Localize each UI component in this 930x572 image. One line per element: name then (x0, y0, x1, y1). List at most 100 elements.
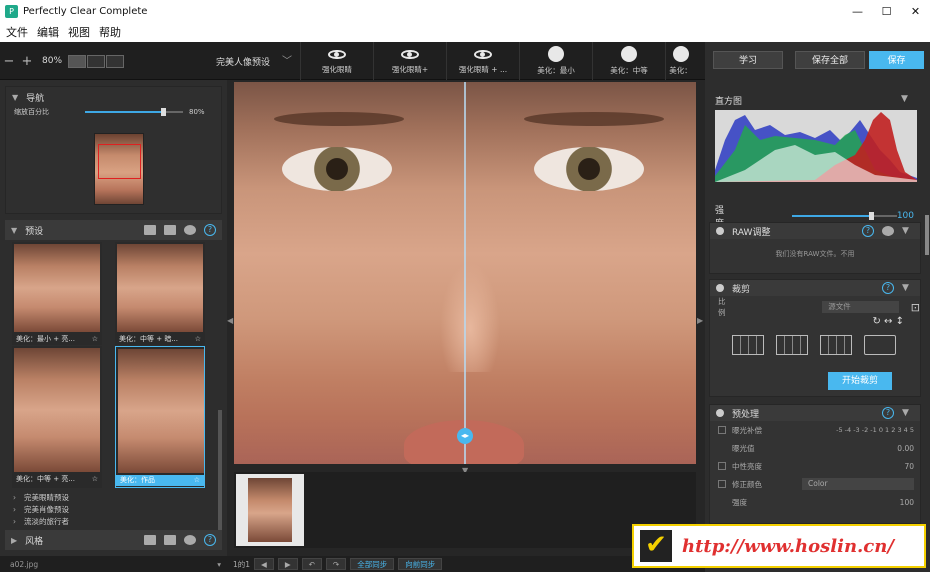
prev-image-button[interactable]: ◀ (254, 558, 274, 570)
start-crop-button[interactable]: 开始裁剪 (828, 372, 892, 390)
preset-group-item[interactable]: 完美眼睛预设 (5, 492, 222, 504)
preprocess-header[interactable]: 预处理? ▼ (710, 405, 920, 421)
toggle-icon[interactable] (716, 284, 724, 292)
sync-forward-button[interactable]: 向前同步 (398, 558, 443, 570)
filmstrip-thumb[interactable] (236, 474, 304, 546)
crop-header[interactable]: 裁剪? ▼ (710, 280, 920, 296)
style-header[interactable]: ▶ 风格 ? (5, 530, 222, 550)
next-image-button[interactable]: ▶ (277, 558, 298, 570)
checkbox[interactable] (718, 462, 726, 470)
chevron-down-icon[interactable]: ▼ (902, 283, 914, 293)
presets-header[interactable]: ▼ 预设 ? (5, 220, 222, 240)
preset-thumb[interactable]: 美化：中等 + 暗... ☆ (115, 242, 205, 345)
crop-grid-fine[interactable] (732, 335, 764, 355)
view-split-button[interactable] (87, 54, 106, 68)
crop-grid-quarters[interactable] (820, 335, 852, 355)
menu-view[interactable]: 视图 (68, 24, 90, 40)
preset-thumb[interactable]: 美化：中等 + 亮... ☆ (12, 346, 102, 488)
star-icon[interactable]: ☆ (194, 475, 200, 486)
view-single-button[interactable] (68, 54, 87, 68)
gear-icon[interactable] (184, 535, 196, 545)
help-icon[interactable]: ? (204, 224, 216, 236)
left-scrollbar[interactable] (218, 410, 222, 530)
undo-icon[interactable]: ↶ (301, 558, 322, 570)
before-after-divider[interactable] (464, 82, 466, 464)
menu-help[interactable]: 帮助 (99, 24, 121, 40)
photo-preview[interactable]: ◂▸ (234, 82, 696, 464)
toggle-icon[interactable] (716, 227, 724, 235)
gear-icon[interactable] (882, 226, 894, 236)
crop-icon[interactable]: ⊡ (911, 301, 920, 314)
watermark-text: http://www.hoslin.cn/ (682, 535, 894, 557)
preset-tile[interactable]: 美化：中等 (592, 42, 665, 80)
help-icon[interactable]: ? (882, 407, 894, 419)
close-button[interactable]: ✕ (901, 5, 930, 18)
raw-header[interactable]: RAW调整? ▼ (710, 223, 920, 239)
chevron-down-icon[interactable]: ▾ (217, 560, 221, 569)
grid-view-icon[interactable] (144, 225, 156, 235)
crop-grid-thirds[interactable] (776, 335, 808, 355)
navigator-header[interactable]: ▼ 导航 (6, 87, 221, 107)
collapse-triangle-icon[interactable]: ▼ (901, 94, 908, 104)
learn-button[interactable]: 学习 (713, 51, 783, 69)
preset-tile[interactable]: 强化眼睛 + ... (446, 42, 519, 80)
expand-triangle-icon[interactable]: ▶ (11, 536, 17, 545)
zoom-in-button[interactable]: + (18, 54, 36, 69)
checkbox[interactable] (718, 480, 726, 488)
view-side-button[interactable] (106, 54, 125, 68)
grid-view-icon[interactable] (144, 535, 156, 545)
preset-group-item[interactable]: 完美肖像预设 (5, 504, 222, 516)
color-select[interactable]: Color (802, 478, 914, 490)
gear-icon[interactable] (184, 225, 196, 235)
chevron-down-icon[interactable]: ▼ (902, 226, 914, 236)
maximize-button[interactable]: ☐ (872, 5, 901, 18)
zoom-out-button[interactable]: − (0, 54, 18, 69)
eye-icon (474, 50, 492, 59)
menu-file[interactable]: 文件 (6, 24, 28, 40)
preset-group-item[interactable]: 流淡的旅行者 (5, 516, 222, 528)
crop-grid-golden[interactable] (864, 335, 896, 355)
collapse-triangle-icon[interactable]: ▼ (12, 93, 18, 102)
preset-tile[interactable]: 强化眼睛+ (373, 42, 446, 80)
checkbox[interactable] (718, 426, 726, 434)
rotate-flip-icons[interactable]: ↻ ↔ ↕ (710, 316, 905, 327)
chevron-right-icon[interactable]: ▶ (697, 316, 703, 325)
preset-thumb-selected[interactable]: 美化：作品 ☆ (115, 346, 205, 488)
list-view-icon[interactable] (164, 535, 176, 545)
file-selector[interactable]: a02.jpg ▾ (0, 556, 227, 572)
menu-edit[interactable]: 编辑 (37, 24, 59, 40)
divider-handle[interactable]: ◂▸ (457, 428, 473, 444)
collapse-triangle-icon[interactable]: ▼ (11, 226, 17, 235)
chevron-down-icon[interactable]: ﹀ (282, 52, 292, 67)
help-icon[interactable]: ? (862, 225, 874, 237)
minimize-button[interactable]: — (843, 5, 872, 18)
help-icon[interactable]: ? (882, 282, 894, 294)
crop-ratio-select[interactable]: 源文件 (822, 301, 899, 313)
star-icon[interactable]: ☆ (195, 334, 201, 345)
redo-icon[interactable]: ↷ (325, 558, 347, 570)
chevron-down-icon[interactable]: ▼ (902, 408, 914, 418)
preset-tile[interactable]: 强化眼睛 (300, 42, 373, 80)
strength-slider[interactable] (792, 212, 897, 220)
preset-tile[interactable]: 美化：最小 (519, 42, 592, 80)
pre-row-value: 100 (899, 497, 914, 507)
list-view-icon[interactable] (164, 225, 176, 235)
preset-thumb[interactable]: 美化：最小 + 亮... ☆ (12, 242, 102, 345)
preset-label: 美化：中等 + 亮... (16, 475, 75, 483)
save-button[interactable]: 保存 (869, 51, 924, 69)
pre-row: 中性亮度 70 (710, 457, 920, 475)
navigator-thumbnail[interactable] (94, 133, 144, 205)
zoom-slider[interactable] (85, 108, 183, 116)
right-scrollbar[interactable] (925, 215, 929, 255)
crop-section: 裁剪? ▼ 比例 源文件 ⊡ ↻ ↔ ↕ 开始裁剪 (709, 279, 921, 397)
star-icon[interactable]: ☆ (92, 474, 98, 485)
help-icon[interactable]: ? (204, 534, 216, 546)
star-icon[interactable]: ☆ (92, 334, 98, 345)
save-all-button[interactable]: 保存全部 (795, 51, 865, 69)
sync-all-button[interactable]: 全部同步 (350, 558, 395, 570)
chevron-left-icon[interactable]: ◀ (227, 316, 233, 325)
preset-tile[interactable]: 美化： (665, 42, 695, 80)
navigator-selection[interactable] (98, 144, 141, 179)
toggle-icon[interactable] (716, 409, 724, 417)
preset-set-dropdown[interactable]: 完美人像预设 (216, 55, 270, 68)
